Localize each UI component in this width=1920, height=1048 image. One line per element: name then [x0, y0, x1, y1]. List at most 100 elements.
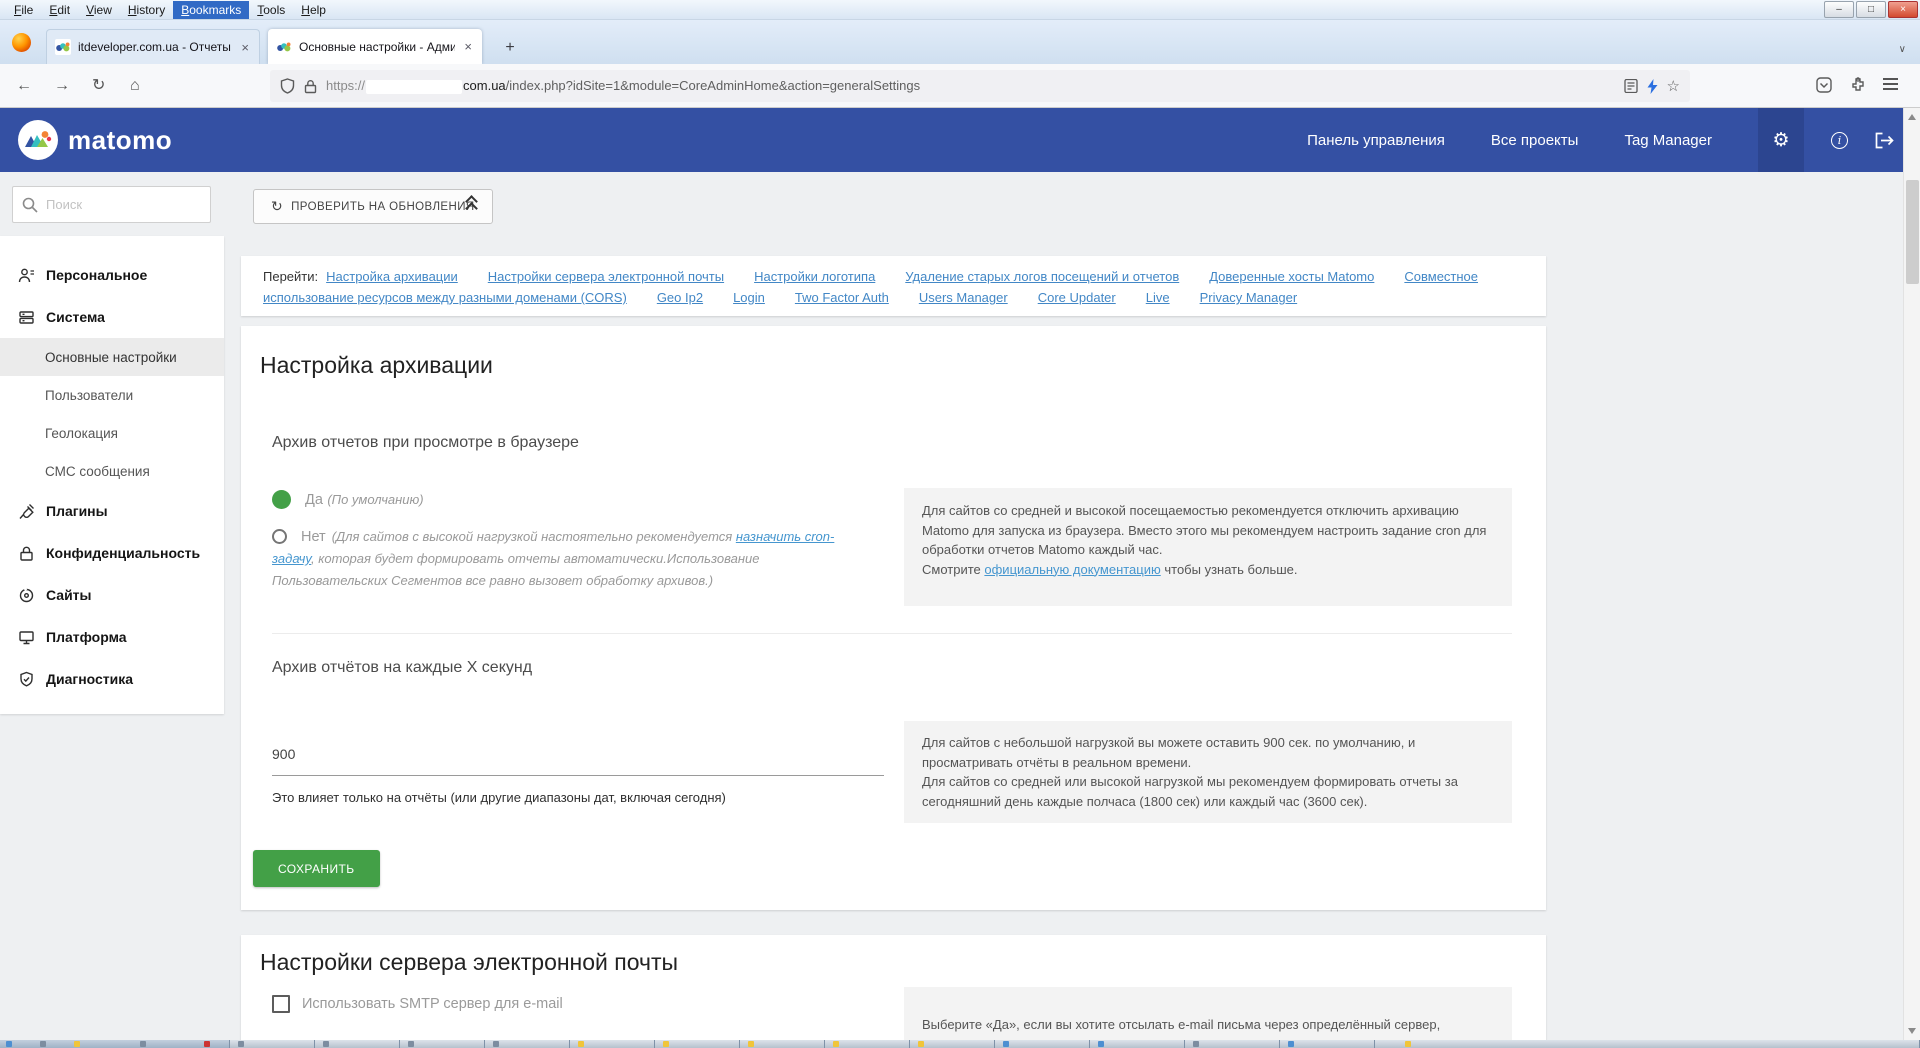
- search-input[interactable]: [46, 197, 186, 212]
- taskbar-button[interactable]: [995, 1040, 1090, 1048]
- sidebar-search[interactable]: [12, 186, 211, 223]
- smtp-checkbox-row[interactable]: Использовать SMTP сервер для e-mail: [272, 995, 563, 1013]
- back-icon[interactable]: ←: [16, 76, 32, 96]
- new-tab-button[interactable]: +: [498, 36, 522, 60]
- sidebar-item-personal[interactable]: Персональное: [0, 254, 224, 296]
- radio-unselected-icon[interactable]: [272, 529, 287, 544]
- tab-overflow-icon[interactable]: ∨: [1899, 44, 1906, 55]
- admin-page: Персональное Система Основные настройки …: [0, 172, 1903, 1040]
- extensions-puzzle-icon[interactable]: [1850, 77, 1866, 93]
- quicklink[interactable]: Live: [1146, 290, 1170, 305]
- radio-option-no[interactable]: Нет(Для сайтов с высокой нагрузкой насто…: [272, 526, 872, 592]
- radio-option-yes[interactable]: Да (По умолчанию): [272, 490, 424, 509]
- quicklink[interactable]: Доверенные хосты Matomo: [1209, 269, 1374, 284]
- sidebar-item-sms[interactable]: СМС сообщения: [0, 452, 224, 490]
- taskbar-button[interactable]: [1185, 1040, 1280, 1048]
- menu-help[interactable]: Help: [293, 1, 334, 19]
- menu-bookmarks[interactable]: Bookmarks: [173, 1, 249, 19]
- firefox-icon[interactable]: [12, 33, 31, 52]
- quicklink[interactable]: Login: [733, 290, 765, 305]
- taskbar-button[interactable]: [570, 1040, 655, 1048]
- taskbar-button[interactable]: [740, 1040, 825, 1048]
- minimize-button[interactable]: –: [1824, 1, 1854, 18]
- sidebar-item-users[interactable]: Пользователи: [0, 376, 224, 414]
- logout-icon[interactable]: [1875, 132, 1894, 149]
- collapse-chevrons-icon[interactable]: [463, 196, 483, 216]
- tracking-shield-icon[interactable]: [280, 78, 295, 94]
- quicklink[interactable]: Настройка архивации: [326, 269, 458, 284]
- tab-reports[interactable]: itdeveloper.com.ua - Отчеты ве ×: [46, 29, 260, 64]
- sidebar-item-geolocation[interactable]: Геолокация: [0, 414, 224, 452]
- url-redaction: [366, 80, 462, 94]
- maximize-button[interactable]: □: [1856, 1, 1886, 18]
- quicklink[interactable]: Настройки логотипа: [754, 269, 875, 284]
- sidebar-item-websites[interactable]: Сайты: [0, 574, 224, 616]
- quicklink[interactable]: Two Factor Auth: [795, 290, 889, 305]
- help-info-icon[interactable]: i: [1831, 132, 1848, 149]
- official-docs-link[interactable]: официальную документацию: [984, 562, 1160, 577]
- taskbar-button[interactable]: [315, 1040, 400, 1048]
- admin-gear-button[interactable]: ⚙: [1758, 108, 1804, 172]
- page-scrollbar[interactable]: [1903, 108, 1920, 1040]
- menu-file[interactable]: File: [6, 1, 41, 19]
- taskbar-button[interactable]: [1090, 1040, 1185, 1048]
- sidebar-item-privacy[interactable]: Конфиденциальность: [0, 532, 224, 574]
- sidebar-item-plugins[interactable]: Плагины: [0, 490, 224, 532]
- url-scheme: https://: [326, 78, 365, 93]
- windows-taskbar[interactable]: [0, 1040, 1920, 1048]
- lightning-icon[interactable]: [1647, 79, 1658, 94]
- quicklink[interactable]: Настройки сервера электронной почты: [488, 269, 724, 284]
- taskbar-button[interactable]: [825, 1040, 910, 1048]
- nav-dashboard[interactable]: Панель управления: [1307, 132, 1445, 149]
- menu-tools[interactable]: Tools: [249, 1, 293, 19]
- sidebar-item-system[interactable]: Система: [0, 296, 224, 338]
- ttl-seconds-input[interactable]: [272, 746, 884, 776]
- pocket-icon[interactable]: [1816, 77, 1832, 93]
- taskbar-button[interactable]: [1375, 1040, 1920, 1048]
- scroll-down-icon[interactable]: [1908, 1028, 1916, 1034]
- taskbar-button[interactable]: [910, 1040, 995, 1048]
- sidebar-item-general-settings[interactable]: Основные настройки: [0, 338, 224, 376]
- bookmark-star-icon[interactable]: ☆: [1667, 77, 1680, 95]
- taskbar-button[interactable]: [230, 1040, 315, 1048]
- tab-close-icon[interactable]: ×: [239, 40, 251, 55]
- quicklink[interactable]: Geo Ip2: [657, 290, 703, 305]
- quick-launch-area[interactable]: [0, 1040, 230, 1048]
- taskbar-button[interactable]: [1280, 1040, 1375, 1048]
- menu-view[interactable]: View: [78, 1, 120, 19]
- quicklink[interactable]: Core Updater: [1038, 290, 1116, 305]
- close-button[interactable]: ×: [1888, 1, 1918, 18]
- radio-selected-icon[interactable]: [272, 490, 291, 509]
- app-menu-icon[interactable]: [1883, 83, 1898, 85]
- tab-close-icon[interactable]: ×: [462, 39, 474, 54]
- menu-edit[interactable]: Edit: [41, 1, 78, 19]
- menu-history[interactable]: History: [120, 1, 173, 19]
- scrollbar-thumb[interactable]: [1906, 180, 1919, 284]
- save-button[interactable]: СОХРАНИТЬ: [253, 850, 380, 887]
- monitor-icon: [18, 629, 35, 646]
- card-title: Настройки сервера электронной почты: [260, 949, 678, 976]
- reader-view-icon[interactable]: [1624, 79, 1638, 93]
- scroll-up-icon[interactable]: [1908, 114, 1916, 120]
- lock-icon[interactable]: [304, 79, 317, 94]
- forward-icon[interactable]: →: [54, 76, 70, 96]
- check-updates-button[interactable]: ↻ ПРОВЕРИТЬ НА ОБНОВЛЕНИЯ: [253, 189, 493, 224]
- url-bar[interactable]: https://com.ua/index.php?idSite=1&module…: [270, 70, 1690, 102]
- sidebar-item-platform[interactable]: Платформа: [0, 616, 224, 658]
- quicklink[interactable]: Users Manager: [919, 290, 1008, 305]
- sidebar-item-diagnostics[interactable]: Диагностика: [0, 658, 224, 700]
- quicklink[interactable]: Удаление старых логов посещений и отчето…: [905, 269, 1179, 284]
- quicklink[interactable]: Privacy Manager: [1200, 290, 1298, 305]
- reload-icon[interactable]: ↻: [92, 76, 105, 96]
- matomo-brand[interactable]: matomo: [18, 120, 172, 160]
- quicklinks-label: Перейти:: [263, 269, 318, 284]
- nav-all-websites[interactable]: Все проекты: [1491, 132, 1579, 149]
- checkbox-unchecked-icon[interactable]: [272, 995, 290, 1013]
- sidebar-item-label: Платформа: [46, 629, 127, 645]
- taskbar-button[interactable]: [485, 1040, 570, 1048]
- nav-tag-manager[interactable]: Tag Manager: [1624, 132, 1712, 149]
- taskbar-button[interactable]: [400, 1040, 485, 1048]
- home-icon[interactable]: ⌂: [130, 76, 140, 96]
- taskbar-button[interactable]: [655, 1040, 740, 1048]
- tab-general-settings[interactable]: Основные настройки - Админ ×: [268, 29, 482, 64]
